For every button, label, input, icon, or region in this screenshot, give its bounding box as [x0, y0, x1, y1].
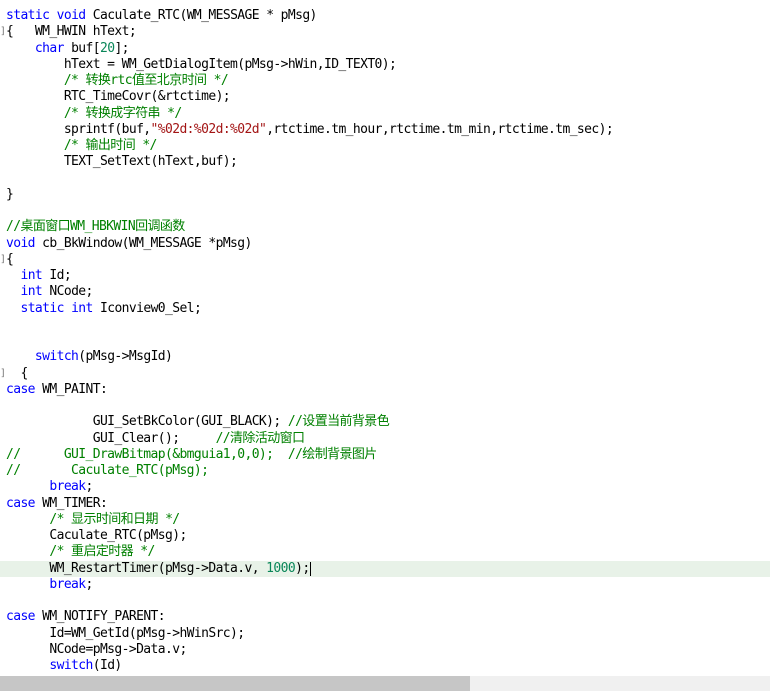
code-line[interactable]: int Id;	[0, 268, 770, 284]
code-line[interactable]	[0, 333, 770, 349]
code-line[interactable]: {	[0, 252, 770, 268]
code-line[interactable]: static void Caculate_RTC(WM_MESSAGE * pM…	[0, 8, 770, 24]
code-line[interactable]: /* 重启定时器 */	[0, 544, 770, 560]
code-line[interactable]	[0, 203, 770, 219]
code-line[interactable]: void cb_BkWindow(WM_MESSAGE *pMsg)	[0, 236, 770, 252]
code-line[interactable]: /* 显示时间和日期 */	[0, 512, 770, 528]
code-line[interactable]: sprintf(buf,"%02d:%02d:%02d",rtctime.tm_…	[0, 122, 770, 138]
code-line[interactable]: Caculate_RTC(pMsg);	[0, 528, 770, 544]
code-line[interactable]	[0, 398, 770, 414]
code-line[interactable]: GUI_SetBkColor(GUI_BLACK); //设置当前背景色	[0, 414, 770, 430]
code-editor[interactable]: static void Caculate_RTC(WM_MESSAGE * pM…	[0, 0, 770, 676]
code-line[interactable]: hText = WM_GetDialogItem(pMsg->hWin,ID_T…	[0, 57, 770, 73]
fold-marker[interactable]: ]	[0, 252, 6, 268]
code-line[interactable]: char buf[20];	[0, 41, 770, 57]
fold-marker[interactable]: ]	[0, 366, 6, 382]
code-line[interactable]: int NCode;	[0, 284, 770, 300]
code-line[interactable]: //桌面窗口WM_HBKWIN回调函数	[0, 219, 770, 235]
code-line[interactable]: Id=WM_GetId(pMsg->hWinSrc);	[0, 626, 770, 642]
scrollbar-thumb[interactable]	[0, 676, 470, 691]
horizontal-scrollbar[interactable]	[0, 676, 770, 691]
code-line[interactable]: break;	[0, 479, 770, 495]
code-line[interactable]: switch(Id)	[0, 658, 770, 674]
code-line[interactable]	[0, 171, 770, 187]
code-line[interactable]: case WM_NOTIFY_PARENT:	[0, 609, 770, 625]
code-line[interactable]: // GUI_DrawBitmap(&bmguia1,0,0); //绘制背景图…	[0, 447, 770, 463]
fold-marker[interactable]: ]	[0, 24, 6, 40]
code-line[interactable]: NCode=pMsg->Data.v;	[0, 642, 770, 658]
code-line[interactable]	[0, 593, 770, 609]
code-line[interactable]: break;	[0, 577, 770, 593]
code-line[interactable]: RTC_TimeCovr(&rtctime);	[0, 89, 770, 105]
code-line[interactable]: switch(pMsg->MsgId)	[0, 349, 770, 365]
code-line[interactable]: /* 转换rtc值至北京时间 */	[0, 73, 770, 89]
code-line[interactable]: TEXT_SetText(hText,buf);	[0, 154, 770, 170]
text-caret	[309, 561, 311, 576]
code-line[interactable]: // Caculate_RTC(pMsg);	[0, 463, 770, 479]
code-line[interactable]: static int Iconview0_Sel;	[0, 301, 770, 317]
code-line[interactable]: WM_RestartTimer(pMsg->Data.v, 1000);	[0, 561, 770, 577]
code-line[interactable]: case WM_TIMER:	[0, 496, 770, 512]
code-line[interactable]: /* 输出时间 */	[0, 138, 770, 154]
code-line[interactable]: { WM_HWIN hText;	[0, 24, 770, 40]
code-line[interactable]: }	[0, 187, 770, 203]
code-line[interactable]: {	[0, 366, 770, 382]
code-line[interactable]	[0, 317, 770, 333]
code-line[interactable]: GUI_Clear(); //清除活动窗口	[0, 431, 770, 447]
code-line[interactable]: /* 转换成字符串 */	[0, 106, 770, 122]
code-line[interactable]: case WM_PAINT:	[0, 382, 770, 398]
